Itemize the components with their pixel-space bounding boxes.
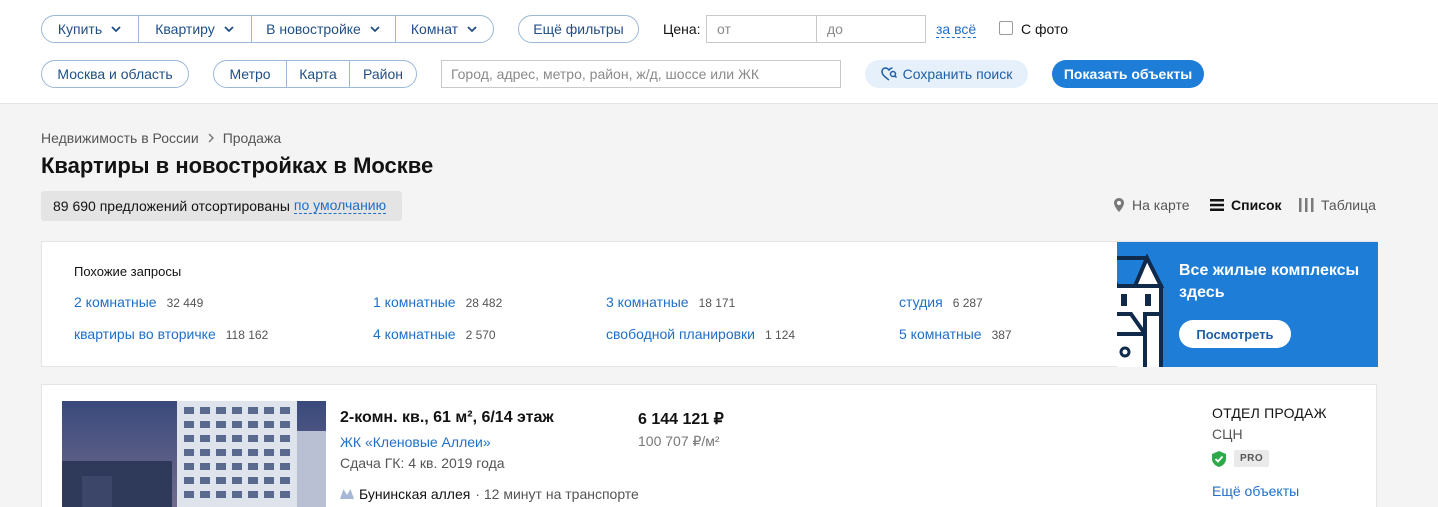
view-list-label: Список — [1231, 197, 1282, 213]
save-search-button[interactable]: Сохранить поиск — [865, 60, 1028, 88]
listing-photo[interactable] — [62, 401, 326, 507]
similar-query-count: 6 287 — [952, 296, 983, 310]
tab-map[interactable]: Карта — [287, 61, 350, 87]
sort-summary: 89 690 предложений отсортированы по умол… — [41, 191, 402, 221]
similar-query-item[interactable]: 2 комнатные 32 449 — [74, 294, 203, 310]
with-photo-label: С фото — [1021, 21, 1069, 37]
view-map-button[interactable]: На карте — [1113, 197, 1190, 213]
listing-title[interactable]: 2-комн. кв., 61 м², 6/14 этаж — [340, 409, 554, 427]
chevron-down-icon — [467, 26, 477, 33]
price-unit-toggle[interactable]: за всё — [936, 21, 977, 38]
similar-query-label: 5 комнатные — [899, 326, 982, 342]
similar-query-item[interactable]: 4 комнатные 2 570 — [373, 326, 496, 342]
seller-badges: PRO — [1212, 450, 1270, 467]
list-icon — [1210, 199, 1224, 211]
listing-price: 6 144 121 ₽ — [638, 411, 724, 428]
breadcrumb: Недвижимость в России Продажа — [41, 130, 281, 146]
rooms-label: Комнат — [410, 21, 459, 37]
metro-info: Бунинская аллея · 12 минут на транспорте — [340, 486, 639, 502]
similar-query-count: 28 482 — [465, 296, 503, 310]
completion-date: Сдача ГК: 4 кв. 2019 года — [340, 455, 505, 471]
save-search-label: Сохранить поиск — [902, 66, 1013, 82]
property-filter-group: Купить Квартиру В новостройке Комнат — [41, 15, 494, 43]
results-count-text: 89 690 предложений отсортированы — [53, 198, 290, 214]
similar-query-count: 1 124 — [765, 328, 796, 342]
chevron-down-icon — [370, 26, 380, 33]
breadcrumb-item-russia[interactable]: Недвижимость в России — [41, 130, 199, 146]
similar-query-item[interactable]: квартиры во вторичке 118 162 — [74, 326, 268, 342]
market-type-label: В новостройке — [266, 21, 361, 37]
seller-organization: СЦН — [1212, 426, 1243, 442]
view-table-label: Таблица — [1321, 197, 1376, 213]
market-type-dropdown[interactable]: В новостройке — [252, 16, 396, 42]
similar-query-count: 18 171 — [698, 296, 736, 310]
building-photo-image — [62, 401, 326, 507]
price-to-input[interactable] — [816, 15, 926, 43]
similar-query-label: 2 комнатные — [74, 294, 157, 310]
seller-name[interactable]: ОТДЕЛ ПРОДАЖ — [1212, 405, 1327, 421]
view-list-button[interactable]: Список — [1210, 197, 1282, 213]
show-objects-button[interactable]: Показать объекты — [1052, 60, 1204, 88]
metro-icon — [340, 489, 354, 499]
similar-query-label: 3 комнатные — [606, 294, 689, 310]
similar-queries-title: Похожие запросы — [74, 264, 182, 279]
property-type-label: Квартиру — [155, 21, 215, 37]
complex-link[interactable]: ЖК «Кленовые Аллеи» — [340, 434, 491, 450]
heart-search-icon — [880, 67, 897, 81]
listing-card[interactable]: 2-комн. кв., 61 м², 6/14 этаж ЖК «Кленов… — [41, 384, 1377, 507]
similar-query-label: 4 комнатные — [373, 326, 456, 342]
similar-query-count: 2 570 — [465, 328, 496, 342]
with-photo-checkbox[interactable] — [999, 21, 1013, 35]
breadcrumb-item-sale[interactable]: Продажа — [223, 130, 281, 146]
pro-badge: PRO — [1234, 450, 1270, 467]
geo-tabs: Метро Карта Район — [213, 60, 417, 88]
price-per-sqm: 100 707 ₽/м² — [638, 433, 720, 449]
similar-query-item[interactable]: свободной планировки 1 124 — [606, 326, 795, 342]
location-search-input[interactable] — [441, 60, 841, 88]
similar-query-count: 387 — [991, 328, 1012, 342]
promo-view-button[interactable]: Посмотреть — [1179, 320, 1291, 348]
similar-query-label: квартиры во вторичке — [74, 326, 216, 342]
similar-query-label: свободной планировки — [606, 326, 756, 342]
region-button[interactable]: Москва и область — [41, 60, 189, 88]
table-icon — [1299, 198, 1314, 212]
rooms-dropdown[interactable]: Комнат — [396, 16, 493, 42]
similar-query-count: 118 162 — [225, 328, 269, 342]
chevron-down-icon — [224, 26, 234, 33]
price-from-input[interactable] — [706, 15, 817, 43]
similar-query-count: 32 449 — [166, 296, 204, 310]
more-filters-button[interactable]: Ещё фильтры — [518, 15, 639, 43]
view-map-label: На карте — [1132, 197, 1190, 213]
similar-query-item[interactable]: студия 6 287 — [899, 294, 983, 310]
property-type-dropdown[interactable]: Квартиру — [139, 16, 252, 42]
similar-queries-panel: Похожие запросы 2 комнатные 32 449 1 комн… — [41, 241, 1378, 367]
map-pin-icon — [1114, 198, 1124, 212]
more-objects-link[interactable]: Ещё объекты — [1212, 483, 1299, 499]
metro-travel-time: · 12 минут на транспорте — [475, 486, 639, 502]
deal-type-dropdown[interactable]: Купить — [42, 16, 139, 42]
complexes-promo-banner[interactable]: Все жилые комплексы здесь Посмотреть — [1117, 242, 1378, 367]
filters-bar: Купить Квартиру В новостройке Комнат Ещё… — [0, 0, 1438, 104]
similar-query-item[interactable]: 5 комнатные 387 — [899, 326, 1012, 342]
price-label: Цена: — [663, 21, 701, 37]
tab-district[interactable]: Район — [350, 61, 416, 87]
tab-metro[interactable]: Метро — [214, 61, 287, 87]
similar-query-label: студия — [899, 294, 943, 310]
view-table-button[interactable]: Таблица — [1299, 197, 1376, 213]
similar-query-item[interactable]: 3 комнатные 18 171 — [606, 294, 735, 310]
similar-query-item[interactable]: 1 комнатные 28 482 — [373, 294, 502, 310]
deal-type-label: Купить — [57, 21, 103, 37]
page-title: Квартиры в новостройках в Москве — [41, 153, 434, 178]
promo-text: Все жилые комплексы здесь — [1179, 262, 1360, 301]
sort-order-link[interactable]: по умолчанию — [293, 198, 387, 214]
verified-shield-icon — [1212, 450, 1226, 467]
chevron-right-icon — [208, 133, 214, 143]
chevron-down-icon — [111, 26, 121, 33]
similar-query-label: 1 комнатные — [373, 294, 456, 310]
metro-station[interactable]: Бунинская аллея — [359, 486, 470, 502]
